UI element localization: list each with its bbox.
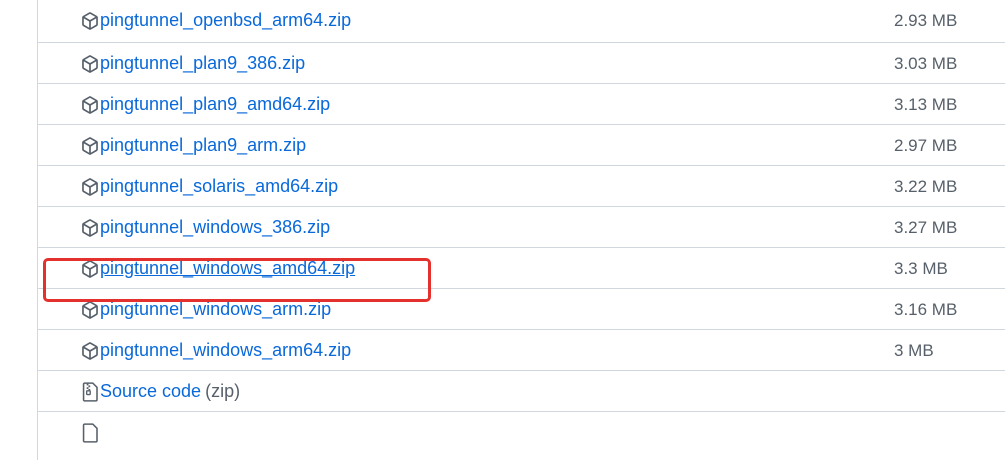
package-icon — [82, 260, 98, 278]
asset-row: pingtunnel_openbsd_arm64.zip 2.93 MB — [38, 0, 1005, 42]
asset-link[interactable]: pingtunnel_plan9_arm.zip — [100, 134, 306, 156]
asset-link[interactable]: pingtunnel_solaris_amd64.zip — [100, 175, 338, 197]
asset-size: 3.16 MB — [894, 300, 958, 319]
source-code-zip-row: Source code (zip) — [38, 370, 1005, 411]
asset-link[interactable]: pingtunnel_plan9_amd64.zip — [100, 93, 330, 115]
asset-size: 3.3 MB — [894, 259, 948, 278]
source-code-zip-link[interactable]: Source code (zip) — [100, 380, 240, 402]
asset-size: 3.03 MB — [894, 54, 958, 73]
asset-list: pingtunnel_openbsd_arm64.zip 2.93 MB pin… — [38, 0, 1005, 452]
asset-row: pingtunnel_windows_386.zip 3.27 MB — [38, 206, 1005, 247]
package-icon — [82, 301, 98, 319]
package-icon — [82, 342, 98, 360]
asset-link[interactable]: pingtunnel_windows_arm64.zip — [100, 339, 351, 361]
asset-row: pingtunnel_plan9_amd64.zip 3.13 MB — [38, 83, 1005, 124]
asset-link[interactable]: pingtunnel_windows_amd64.zip — [100, 257, 355, 279]
asset-link[interactable]: pingtunnel_windows_386.zip — [100, 216, 330, 238]
source-code-format: (zip) — [205, 381, 241, 401]
package-icon — [82, 12, 98, 30]
asset-size: 3 MB — [894, 341, 934, 360]
asset-link[interactable]: pingtunnel_plan9_386.zip — [100, 52, 305, 74]
release-assets-panel: pingtunnel_openbsd_arm64.zip 2.93 MB pin… — [37, 0, 1005, 460]
asset-row: pingtunnel_windows_arm64.zip 3 MB — [38, 329, 1005, 370]
asset-size: 2.97 MB — [894, 136, 958, 155]
asset-size: 3.22 MB — [894, 177, 958, 196]
source-code-label: Source code — [100, 381, 202, 401]
asset-row: pingtunnel_windows_arm.zip 3.16 MB — [38, 288, 1005, 329]
package-icon — [82, 137, 98, 155]
package-icon — [82, 55, 98, 73]
asset-link[interactable]: pingtunnel_windows_arm.zip — [100, 298, 331, 320]
asset-size: 3.27 MB — [894, 218, 958, 237]
asset-row-partial — [38, 411, 1005, 452]
asset-row: pingtunnel_solaris_amd64.zip 3.22 MB — [38, 165, 1005, 206]
asset-row: pingtunnel_plan9_arm.zip 2.97 MB — [38, 124, 1005, 165]
package-icon — [82, 178, 98, 196]
asset-size: 2.93 MB — [894, 11, 958, 30]
package-icon — [82, 96, 98, 114]
file-zip-icon — [82, 382, 98, 402]
asset-row: pingtunnel_plan9_386.zip 3.03 MB — [38, 42, 1005, 83]
asset-row-highlighted: pingtunnel_windows_amd64.zip 3.3 MB — [38, 247, 1005, 288]
file-zip-icon — [82, 423, 98, 443]
asset-link[interactable]: pingtunnel_openbsd_arm64.zip — [100, 9, 351, 31]
asset-size: 3.13 MB — [894, 95, 958, 114]
package-icon — [82, 219, 98, 237]
